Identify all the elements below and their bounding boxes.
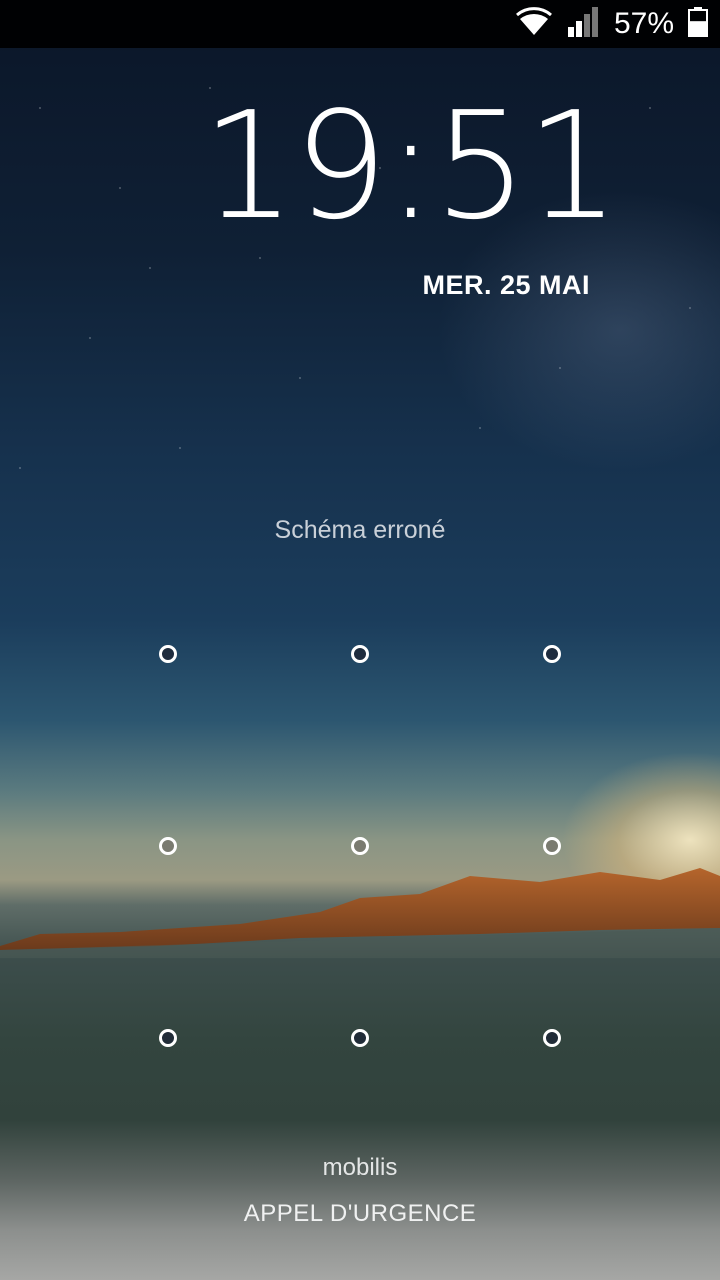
pattern-dot[interactable] — [351, 1029, 369, 1047]
carrier-name: mobilis — [322, 1154, 398, 1181]
pattern-dot[interactable] — [351, 645, 369, 663]
pattern-dot[interactable] — [159, 645, 177, 663]
pattern-dot[interactable] — [159, 1029, 177, 1047]
emergency-call-button[interactable]: APPEL D'URGENCE — [0, 1200, 720, 1228]
pattern-dot[interactable] — [543, 645, 561, 663]
pattern-lock-grid[interactable] — [0, 0, 720, 1280]
pattern-dot[interactable] — [543, 837, 561, 855]
pattern-dot[interactable] — [543, 1029, 561, 1047]
pattern-dot[interactable] — [351, 837, 369, 855]
pattern-dot[interactable] — [159, 837, 177, 855]
